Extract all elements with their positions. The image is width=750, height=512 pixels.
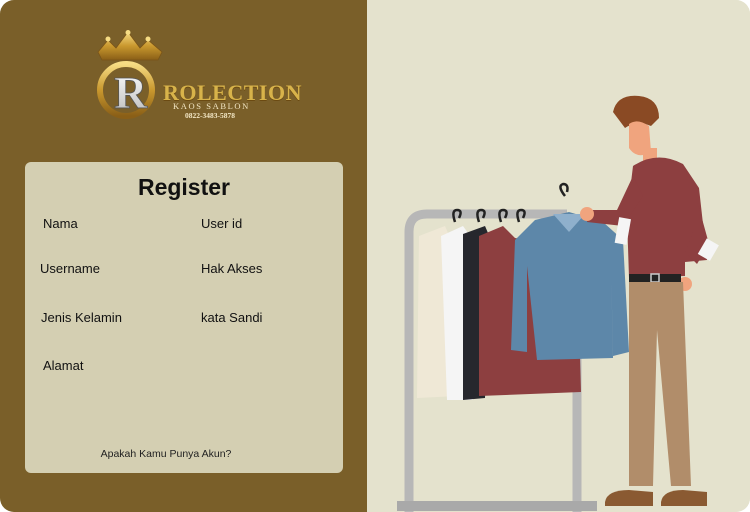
user-id-field[interactable]: User id [201, 216, 242, 231]
kata-sandi-field[interactable]: kata Sandi [201, 310, 262, 325]
crown-icon [97, 30, 163, 61]
username-field[interactable]: Username [40, 261, 100, 276]
svg-text:R: R [114, 67, 148, 118]
right-panel [367, 0, 750, 512]
brand-subtitle: KAOS SABLON [173, 101, 250, 111]
left-panel: R ROLECTION KAOS SABLON 0822-3483-5878 R… [0, 0, 367, 512]
alamat-field[interactable]: Alamat [43, 358, 83, 373]
nama-field[interactable]: Nama [43, 216, 78, 231]
brand-phone: 0822-3483-5878 [185, 111, 235, 120]
register-card: Register Nama User id Username Hak Akses… [25, 162, 343, 473]
clothing-rack-illustration [397, 95, 719, 512]
register-title: Register [137, 174, 231, 200]
login-link[interactable]: Apakah Kamu Punya Akun? [25, 448, 307, 460]
hak-akses-field[interactable]: Hak Akses [201, 261, 262, 276]
jenis-kelamin-field[interactable]: Jenis Kelamin [41, 310, 122, 325]
app-window: R ROLECTION KAOS SABLON 0822-3483-5878 R… [0, 0, 750, 512]
